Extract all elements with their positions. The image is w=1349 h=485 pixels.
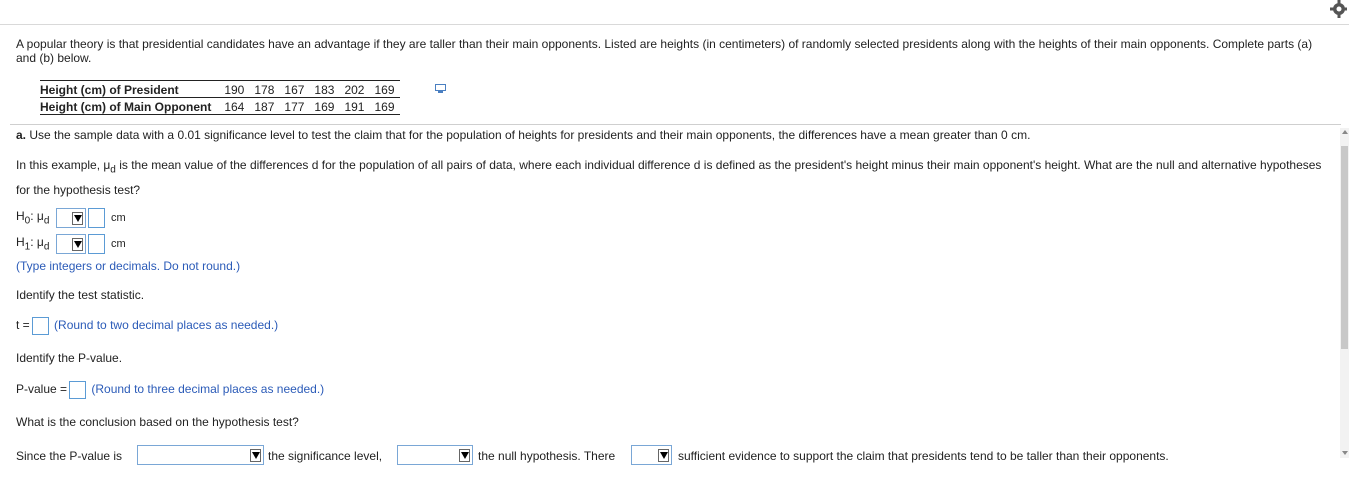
test-stat-prompt: Identify the test statistic. (16, 288, 145, 302)
dropdown-arrow-icon[interactable] (658, 449, 669, 462)
p-value-label: P-value = (16, 382, 68, 397)
p-value-input[interactable] (69, 381, 87, 399)
scroll-down-arrow-icon[interactable] (1342, 451, 1348, 455)
h0-value-input[interactable] (88, 208, 105, 228)
table-cell: 177 (279, 97, 310, 115)
h0-operator-dropdown[interactable] (56, 208, 86, 228)
example-pre: In this example, (16, 158, 104, 172)
table-cell: 183 (309, 80, 340, 98)
part-a-text: Use the sample data with a 0.01 signific… (29, 128, 1031, 142)
dropdown-arrow-icon[interactable] (250, 449, 261, 462)
h0-label: H0: μd (16, 209, 50, 227)
table-row: Height (cm) of Main Opponent 164 187 177… (40, 97, 400, 115)
test-stat-label: t = (16, 318, 30, 333)
conclusion-part3: the null hypothesis. There (478, 449, 616, 463)
problem-intro: A popular theory is that presidential ca… (16, 37, 1313, 65)
table-cell: 191 (339, 97, 370, 115)
conclusion-prompt: What is the conclusion based on the hypo… (16, 415, 299, 429)
dropdown-arrow-icon[interactable] (72, 237, 83, 251)
pvalue-comparison-dropdown[interactable] (137, 445, 264, 465)
header-divider (0, 24, 1349, 25)
dropdown-arrow-icon[interactable] (459, 449, 470, 462)
dropdown-arrow-icon[interactable] (72, 211, 83, 225)
h0-unit: cm (111, 212, 126, 224)
p-value-row: P-value = (Round to three decimal places… (16, 381, 324, 399)
table-row: Height (cm) of President 190 178 167 183… (40, 80, 400, 98)
table-cell: 167 (279, 80, 310, 98)
section-divider (10, 124, 1341, 125)
table-cell: 169 (309, 97, 340, 115)
row-label-president: Height (cm) of President (40, 80, 220, 98)
table-cell: 178 (249, 80, 280, 98)
conclusion-part1: Since the P-value is (16, 449, 123, 463)
table-cell: 202 (339, 80, 370, 98)
test-stat-hint: (Round to two decimal places as needed.) (54, 318, 279, 333)
example-post: is the mean value of the differences d f… (16, 158, 1322, 198)
table-cell: 169 (369, 97, 400, 115)
scrollbar-thumb[interactable] (1341, 146, 1348, 349)
heights-table: Height (cm) of President 190 178 167 183… (40, 80, 400, 115)
gear-icon[interactable] (1327, 0, 1347, 20)
test-stat-row: t = (Round to two decimal places as need… (16, 317, 278, 335)
copy-table-icon[interactable] (435, 84, 447, 94)
conclusion-part2: the significance level, (268, 449, 383, 463)
table-cell: 164 (219, 97, 250, 115)
h1-operator-dropdown[interactable] (56, 234, 86, 254)
h1-value-input[interactable] (88, 234, 105, 254)
h1-row: H1: μd cm (16, 234, 126, 254)
h1-label: H1: μd (16, 235, 50, 253)
p-value-prompt: Identify the P-value. (16, 351, 123, 365)
table-cell: 169 (369, 80, 400, 98)
reject-decision-dropdown[interactable] (397, 445, 473, 465)
table-cell: 190 (219, 80, 250, 98)
p-value-hint: (Round to three decimal places as needed… (91, 382, 325, 397)
table-cell: 187 (249, 97, 280, 115)
evidence-dropdown[interactable] (631, 445, 672, 465)
conclusion-part4: sufficient evidence to support the claim… (678, 449, 1169, 463)
test-stat-input[interactable] (31, 317, 49, 335)
part-a-question: a. Use the sample data with a 0.01 signi… (16, 128, 1030, 142)
part-a-label: a. (16, 128, 27, 142)
scroll-up-arrow-icon[interactable] (1342, 130, 1348, 134)
h1-unit: cm (111, 238, 126, 250)
row-label-opponent: Height (cm) of Main Opponent (40, 97, 220, 115)
example-text: In this example, μd is the mean value of… (16, 155, 1326, 201)
hypotheses-hint: (Type integers or decimals. Do not round… (16, 259, 241, 273)
h0-row: H0: μd cm (16, 208, 126, 228)
